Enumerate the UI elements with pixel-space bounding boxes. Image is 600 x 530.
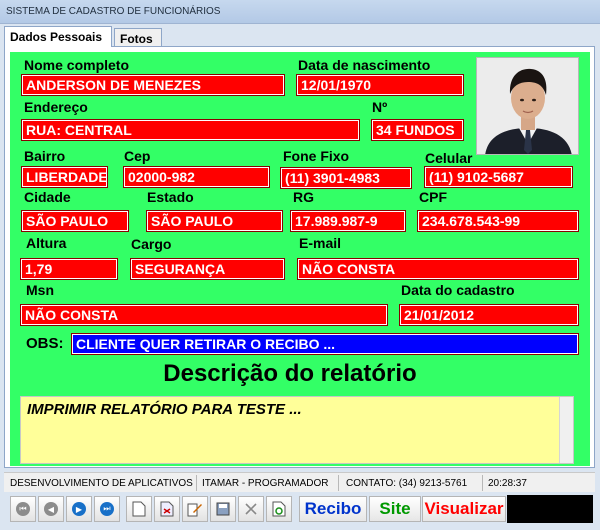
obs-field[interactable]: CLIENTE QUER RETIRAR O RECIBO ... [71, 333, 579, 355]
estado-field[interactable]: SÃO PAULO [146, 210, 283, 232]
report-textarea[interactable]: IMPRIMIR RELATÓRIO PARA TESTE ... [20, 396, 574, 464]
visualizar-label: Visualizar [424, 499, 504, 518]
recibo-label: Recibo [304, 499, 362, 518]
nascimento-field[interactable]: 12/01/1970 [296, 74, 464, 96]
recibo-button[interactable]: Recibo [299, 496, 367, 522]
tab-fotos[interactable]: Fotos [114, 28, 162, 46]
last-icon: ⏭ [100, 502, 114, 516]
cadastro-label: Data do cadastro [401, 282, 515, 298]
window-title: SISTEMA DE CADASTRO DE FUNCIONÁRIOS [6, 6, 221, 17]
rg-label: RG [293, 189, 314, 205]
first-record-button[interactable]: ⏮ [10, 496, 36, 522]
email-field[interactable]: NÃO CONSTA [297, 258, 579, 280]
new-record-button[interactable] [126, 496, 152, 522]
employee-photo [476, 57, 579, 155]
save-disk-icon [216, 502, 230, 516]
next-icon: ▶ [72, 502, 86, 516]
visualizar-button[interactable]: Visualizar [422, 496, 506, 522]
status-programador: ITAMAR - PROGRAMADOR [202, 478, 329, 489]
status-contato: CONTATO: (34) 9213-5761 [346, 478, 468, 489]
cpf-label: CPF [419, 189, 447, 205]
nome-label: Nome completo [24, 57, 130, 73]
black-panel [507, 495, 593, 523]
report-scrollbar[interactable] [559, 397, 573, 463]
last-record-button[interactable]: ⏭ [94, 496, 120, 522]
cidade-label: Cidade [24, 189, 71, 205]
next-record-button[interactable]: ▶ [66, 496, 92, 522]
report-text: IMPRIMIR RELATÓRIO PARA TESTE ... [27, 401, 302, 418]
cargo-field[interactable]: SEGURANÇA [130, 258, 285, 280]
numero-field[interactable]: 34 FUNDOS [371, 119, 464, 141]
tab-dados-pessoais[interactable]: Dados Pessoais [4, 26, 112, 47]
status-bar: DESENVOLVIMENTO DE APLICATIVOS ITAMAR - … [4, 472, 595, 492]
altura-field[interactable]: 1,79 [20, 258, 118, 280]
celular-label: Celular [425, 150, 473, 166]
cep-label: Cep [124, 148, 151, 164]
prior-record-button[interactable]: ◀ [38, 496, 64, 522]
status-divider [482, 475, 483, 491]
prior-icon: ◀ [44, 502, 58, 516]
title-bar: SISTEMA DE CADASTRO DE FUNCIONÁRIOS [0, 0, 600, 24]
bairro-field[interactable]: LIBERDADE [21, 166, 108, 188]
toolbar: ⏮ ◀ ▶ ⏭ Recibo Site Visualizar [4, 493, 595, 525]
cancel-button[interactable] [238, 496, 264, 522]
msn-label: Msn [26, 282, 54, 298]
email-label: E-mail [299, 235, 342, 251]
status-clock: 20:28:37 [488, 478, 527, 489]
cargo-label: Cargo [131, 236, 172, 252]
obs-label: OBS: [26, 335, 64, 352]
delete-record-button[interactable] [154, 496, 180, 522]
edit-record-button[interactable] [182, 496, 208, 522]
nome-field[interactable]: ANDERSON DE MENEZES [21, 74, 285, 96]
save-record-button[interactable] [210, 496, 236, 522]
numero-label: Nº [372, 99, 388, 115]
celular-field[interactable]: (11) 9102-5687 [424, 166, 573, 188]
cancel-x-icon [245, 503, 257, 515]
refresh-button[interactable] [266, 496, 292, 522]
new-document-icon [132, 501, 146, 517]
first-icon: ⏮ [16, 502, 30, 516]
estado-label: Estado [147, 189, 194, 205]
site-label: Site [379, 499, 411, 518]
cep-field[interactable]: 02000-982 [123, 166, 270, 188]
delete-document-icon [160, 501, 174, 517]
msn-field[interactable]: NÃO CONSTA [20, 304, 388, 326]
altura-label: Altura [26, 235, 67, 251]
nascimento-label: Data de nascimento [298, 57, 431, 73]
refresh-document-icon [272, 501, 286, 517]
status-desenvolvimento: DESENVOLVIMENTO DE APLICATIVOS [10, 478, 193, 489]
status-divider [196, 475, 197, 491]
site-button[interactable]: Site [369, 496, 421, 522]
cadastro-field[interactable]: 21/01/2012 [399, 304, 579, 326]
edit-icon [187, 503, 202, 517]
cpf-field[interactable]: 234.678.543-99 [417, 210, 579, 232]
bairro-label: Bairro [24, 148, 66, 164]
fone-field[interactable]: (11) 3901-4983 [280, 167, 412, 189]
endereco-label: Endereço [24, 99, 88, 115]
rg-field[interactable]: 17.989.987-9 [290, 210, 406, 232]
status-divider [338, 475, 339, 491]
report-heading: Descrição do relatório [163, 360, 417, 387]
cidade-field[interactable]: SÃO PAULO [21, 210, 129, 232]
endereco-field[interactable]: RUA: CENTRAL [21, 119, 360, 141]
fone-label: Fone Fixo [283, 148, 350, 164]
